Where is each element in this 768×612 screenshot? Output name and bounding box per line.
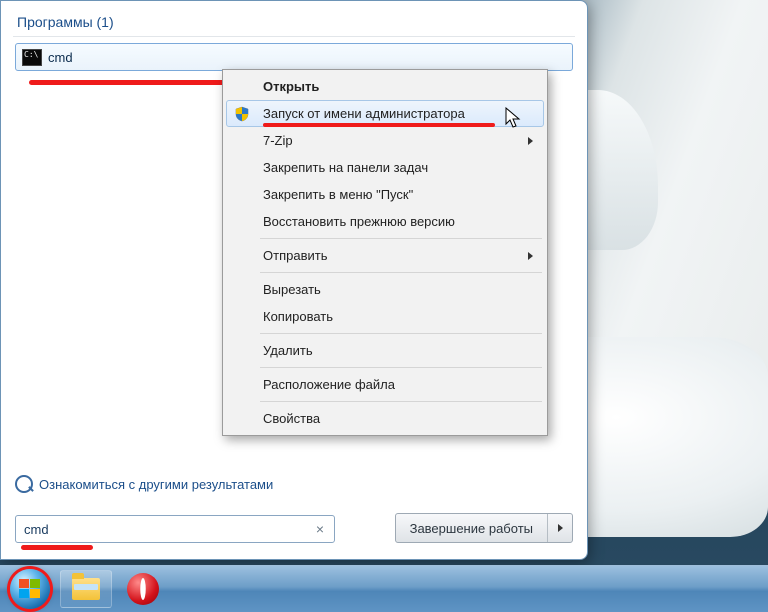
taskbar	[0, 565, 768, 612]
menu-item-restore-previous[interactable]: Восстановить прежнюю версию	[226, 208, 544, 235]
taskbar-item-opera[interactable]	[118, 571, 168, 607]
menu-item-properties[interactable]: Свойства	[226, 405, 544, 432]
mouse-cursor-icon	[505, 107, 523, 134]
windows-logo-icon	[19, 579, 41, 599]
blank-icon	[227, 277, 257, 302]
menu-item-label: Вырезать	[263, 282, 321, 297]
annotation-underline	[29, 80, 232, 85]
blank-icon	[227, 338, 257, 363]
menu-item-open-file-location[interactable]: Расположение файла	[226, 371, 544, 398]
menu-item-open[interactable]: Открыть	[226, 73, 544, 100]
menu-item-label: Закрепить в меню "Пуск"	[263, 187, 413, 202]
section-header-programs: Программы (1)	[15, 11, 573, 36]
menu-item-label: Удалить	[263, 343, 313, 358]
shutdown-label: Завершение работы	[396, 514, 548, 542]
search-result-cmd[interactable]: cmd	[15, 43, 573, 71]
divider	[13, 36, 575, 37]
submenu-arrow-icon	[528, 137, 533, 145]
menu-item-pin-start[interactable]: Закрепить в меню "Пуск"	[226, 181, 544, 208]
blank-icon	[227, 209, 257, 234]
see-more-results-link[interactable]: Ознакомиться с другими результатами	[15, 475, 273, 493]
menu-separator	[260, 272, 542, 273]
opera-icon	[127, 573, 159, 605]
menu-item-delete[interactable]: Удалить	[226, 337, 544, 364]
menu-item-label: Отправить	[263, 248, 327, 263]
menu-item-7zip[interactable]: 7-Zip	[226, 127, 544, 154]
taskbar-item-explorer[interactable]	[60, 570, 112, 608]
menu-separator	[260, 333, 542, 334]
menu-item-label: Запуск от имени администратора	[263, 106, 465, 121]
clear-search-icon[interactable]: ×	[312, 521, 328, 537]
blank-icon	[227, 372, 257, 397]
blank-icon	[227, 406, 257, 431]
file-explorer-icon	[72, 578, 100, 600]
start-orb-icon	[10, 569, 50, 609]
shutdown-button[interactable]: Завершение работы	[395, 513, 573, 543]
uac-shield-icon	[227, 101, 257, 126]
annotation-underline	[21, 545, 93, 550]
menu-item-send-to[interactable]: Отправить	[226, 242, 544, 269]
menu-item-label: Открыть	[263, 79, 319, 94]
search-icon	[15, 475, 33, 493]
see-more-label: Ознакомиться с другими результатами	[39, 477, 273, 492]
menu-item-label: Копировать	[263, 309, 333, 324]
menu-item-label: 7-Zip	[263, 133, 293, 148]
submenu-arrow-icon	[528, 252, 533, 260]
menu-item-pin-taskbar[interactable]: Закрепить на панели задач	[226, 154, 544, 181]
context-menu: Открыть Запуск от имени администратора 7…	[222, 69, 548, 436]
menu-item-run-as-admin[interactable]: Запуск от имени администратора	[226, 100, 544, 127]
menu-item-label: Расположение файла	[263, 377, 395, 392]
blank-icon	[227, 182, 257, 207]
blank-icon	[227, 74, 257, 99]
blank-icon	[227, 128, 257, 153]
start-button[interactable]	[6, 569, 54, 609]
search-input[interactable]	[22, 521, 312, 538]
cmd-icon	[22, 49, 42, 66]
menu-separator	[260, 401, 542, 402]
search-result-label: cmd	[48, 50, 73, 65]
menu-item-label: Свойства	[263, 411, 320, 426]
menu-item-copy[interactable]: Копировать	[226, 303, 544, 330]
shutdown-menu-arrow-icon[interactable]	[548, 514, 572, 542]
blank-icon	[227, 155, 257, 180]
menu-item-label: Восстановить прежнюю версию	[263, 214, 455, 229]
blank-icon	[227, 304, 257, 329]
menu-separator	[260, 367, 542, 368]
menu-separator	[260, 238, 542, 239]
menu-item-cut[interactable]: Вырезать	[226, 276, 544, 303]
search-input-wrap[interactable]: ×	[15, 515, 335, 543]
blank-icon	[227, 243, 257, 268]
menu-item-label: Закрепить на панели задач	[263, 160, 428, 175]
